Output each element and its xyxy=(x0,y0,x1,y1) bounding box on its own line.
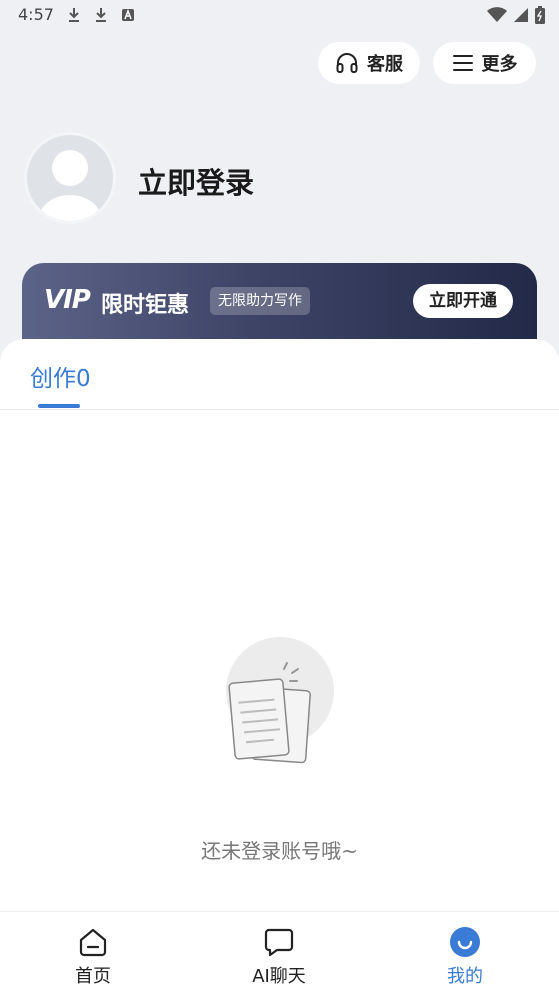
empty-documents-icon xyxy=(226,637,334,764)
nav-label-mine: 我的 xyxy=(447,966,483,987)
nav-label-home: 首页 xyxy=(75,966,111,987)
more-label: 更多 xyxy=(481,54,518,75)
avatar[interactable] xyxy=(24,132,116,224)
default-avatar-icon xyxy=(38,150,102,221)
nav-item-mine[interactable]: 我的 xyxy=(405,912,525,996)
customer-service-label: 客服 xyxy=(367,54,403,75)
status-bar: 4:57 xyxy=(0,0,559,32)
nav-item-ai-chat[interactable]: AI聊天 xyxy=(219,912,339,996)
bottom-navigation: 首页 AI聊天 我的 xyxy=(0,911,559,996)
more-button[interactable]: 更多 xyxy=(433,42,536,84)
signal-icon xyxy=(514,8,528,22)
download-icon xyxy=(69,8,79,22)
profile-smile-icon xyxy=(450,927,480,957)
vip-logo: VIP xyxy=(44,285,91,315)
nav-label-ai-chat: AI聊天 xyxy=(252,966,306,987)
font-a-icon xyxy=(122,8,134,21)
tab-divider xyxy=(0,409,559,410)
vip-tag: 无限助力写作 xyxy=(210,287,310,315)
open-vip-button[interactable]: 立即开通 xyxy=(413,284,513,318)
content-sheet: 创作0 还未登录账号哦~ xyxy=(0,339,559,919)
chat-bubble-icon xyxy=(264,928,294,957)
tab-creation[interactable]: 创作0 xyxy=(30,359,91,393)
menu-icon xyxy=(452,55,473,71)
empty-state-message: 还未登录账号哦~ xyxy=(201,839,358,863)
headphones-icon xyxy=(336,53,358,73)
vip-title: 限时钜惠 xyxy=(101,293,190,318)
battery-icon xyxy=(535,6,545,24)
status-time: 4:57 xyxy=(18,5,54,24)
nav-item-home[interactable]: 首页 xyxy=(33,912,153,996)
wifi-icon xyxy=(487,7,507,22)
tab-active-indicator xyxy=(38,404,80,408)
customer-service-button[interactable]: 客服 xyxy=(318,42,420,84)
login-title[interactable]: 立即登录 xyxy=(138,160,254,202)
download-icon xyxy=(96,8,106,22)
home-icon xyxy=(79,928,107,957)
